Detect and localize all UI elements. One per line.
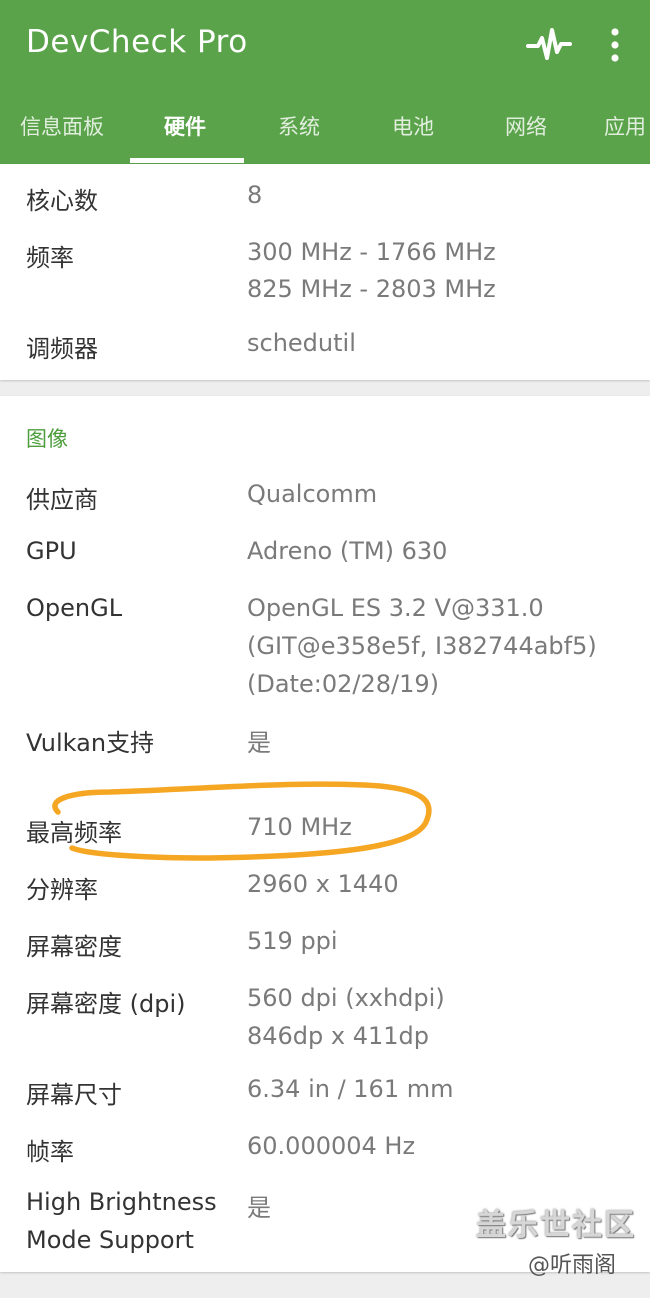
opengl-line: (Date:02/28/19) xyxy=(247,670,439,698)
screen-density-value: 519 ppi xyxy=(247,927,338,955)
cpu-card: 核心数 8 频率 300 MHz - 1766 MHz 825 MHz - 28… xyxy=(0,164,650,380)
tab-hardware[interactable]: 硬件 xyxy=(164,104,206,164)
frequency-value: 300 MHz - 1766 MHz 825 MHz - 2803 MHz xyxy=(247,238,496,303)
active-tab-indicator xyxy=(130,158,244,163)
frequency-line: 825 MHz - 2803 MHz xyxy=(247,275,496,303)
vendor-label: 供应商 xyxy=(26,486,98,514)
dpi-line: 846dp x 411dp xyxy=(247,1022,430,1050)
vendor-value: Qualcomm xyxy=(247,480,378,508)
pulse-icon[interactable] xyxy=(526,22,572,68)
gpu-value: Adreno (TM) 630 xyxy=(247,537,448,565)
tab-bar: 信息面板 硬件 系统 电池 网络 应用 xyxy=(0,104,650,164)
screen-size-label: 屏幕尺寸 xyxy=(26,1081,122,1109)
governor-value: schedutil xyxy=(247,329,356,357)
high-brightness-label-line: Mode Support xyxy=(26,1226,194,1254)
frame-rate-label: 帧率 xyxy=(26,1138,74,1166)
vulkan-label: Vulkan支持 xyxy=(26,729,155,757)
max-frequency-label: 最高频率 xyxy=(26,819,122,847)
watermark-logo: 盖乐世社区 xyxy=(476,1208,636,1243)
frame-rate-value: 60.000004 Hz xyxy=(247,1132,416,1160)
frequency-line: 300 MHz - 1766 MHz xyxy=(247,238,496,266)
app-title: DevCheck Pro xyxy=(26,24,248,60)
screen-density-dpi-label: 屏幕密度 (dpi) xyxy=(26,990,186,1018)
app-bar: DevCheck Pro 信息面板 硬件 系统 电池 网络 应用 xyxy=(0,0,650,164)
tab-battery[interactable]: 电池 xyxy=(392,104,434,164)
high-brightness-value: 是 xyxy=(247,1194,271,1222)
cores-value: 8 xyxy=(247,181,263,209)
opengl-line: OpenGL ES 3.2 V@331.0 xyxy=(247,594,544,622)
max-frequency-value: 710 MHz xyxy=(247,813,352,841)
tab-system[interactable]: 系统 xyxy=(278,104,320,164)
frequency-label: 频率 xyxy=(26,244,74,272)
vulkan-value: 是 xyxy=(247,729,271,757)
high-brightness-label-line: High Brightness xyxy=(26,1188,217,1216)
screen-density-label: 屏幕密度 xyxy=(26,933,122,961)
graphics-card: 图像 供应商 Qualcomm GPU Adreno (TM) 630 Open… xyxy=(0,396,650,1272)
governor-label: 调频器 xyxy=(26,335,98,363)
tab-apps[interactable]: 应用 xyxy=(604,104,646,164)
opengl-line: (GIT@e358e5f, I382744abf5) xyxy=(247,632,597,660)
cores-label: 核心数 xyxy=(26,187,98,215)
screen-density-dpi-value: 560 dpi (xxhdpi) 846dp x 411dp xyxy=(247,984,445,1050)
resolution-label: 分辨率 xyxy=(26,876,98,904)
more-vert-icon[interactable] xyxy=(600,24,630,68)
tab-network[interactable]: 网络 xyxy=(505,104,547,164)
opengl-label: OpenGL xyxy=(26,594,123,622)
high-brightness-label: High Brightness Mode Support xyxy=(26,1188,217,1254)
section-title: 图像 xyxy=(26,427,68,451)
tab-dashboard[interactable]: 信息面板 xyxy=(20,104,104,164)
screen-size-value: 6.34 in / 161 mm xyxy=(247,1075,454,1103)
resolution-value: 2960 x 1440 xyxy=(247,870,399,898)
watermark-author: @听雨阁 xyxy=(528,1253,617,1278)
opengl-value: OpenGL ES 3.2 V@331.0 (GIT@e358e5f, I382… xyxy=(247,594,597,698)
dpi-line: 560 dpi (xxhdpi) xyxy=(247,984,445,1012)
gpu-label: GPU xyxy=(26,537,77,565)
